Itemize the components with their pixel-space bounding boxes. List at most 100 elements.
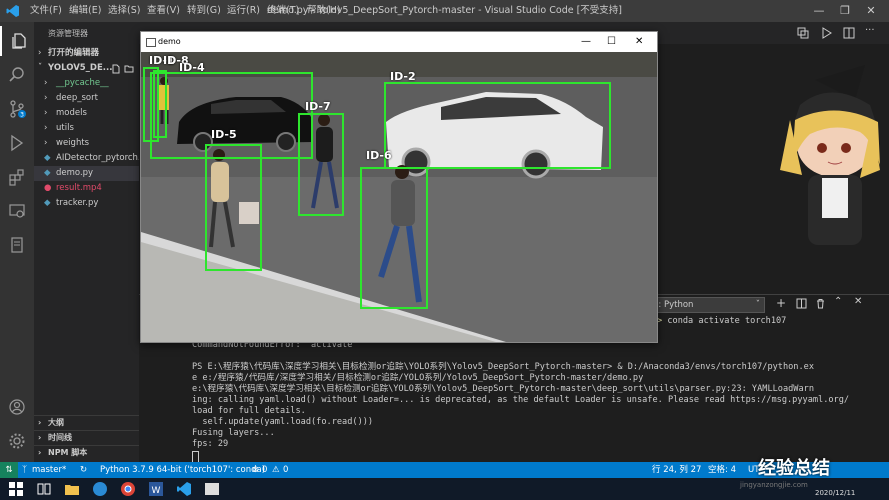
tree-item-models[interactable]: › models: [34, 106, 139, 121]
python-file-icon: ◆: [44, 153, 51, 163]
remote-explorer-activity[interactable]: [0, 196, 34, 226]
tree-item-utils[interactable]: › utils: [34, 121, 139, 136]
chevron-right-icon: ›: [38, 48, 42, 58]
search-activity[interactable]: [0, 60, 34, 90]
demo-window-title: demo: [158, 37, 181, 46]
windows-start-icon[interactable]: [8, 481, 24, 497]
demo-minimize-button[interactable]: —: [581, 32, 591, 52]
python-interpreter[interactable]: Python 3.7.9 64-bit ('torch107': conda): [100, 462, 265, 478]
new-folder-icon[interactable]: [124, 64, 134, 74]
explorer-sidebar: 资源管理器 › 打开的编辑器 ˇ YOLOV5_DE... › __pycach…: [34, 22, 139, 462]
chevron-right-icon: ›: [38, 448, 42, 457]
menu-run[interactable]: 运行(R): [221, 0, 266, 22]
warning-icon: ⚠: [272, 465, 280, 475]
edge-browser-icon[interactable]: [92, 481, 108, 497]
open-editors-section[interactable]: › 打开的编辑器: [34, 46, 139, 61]
terminal-line: fps: 29: [192, 439, 229, 449]
sync-icon[interactable]: ↻: [80, 462, 87, 478]
tree-item-aidetector[interactable]: ◆ AIDetector_pytorch.p...: [34, 151, 139, 166]
remote-indicator-icon[interactable]: ⇅: [0, 462, 18, 478]
timeline-section[interactable]: › 时间线: [34, 430, 139, 445]
chevron-right-icon: ›: [44, 93, 48, 103]
demo-window-taskbar-icon[interactable]: [204, 481, 220, 497]
menu-select[interactable]: 选择(S): [102, 0, 146, 22]
split-terminal-icon[interactable]: [796, 298, 807, 309]
remote-explorer-icon: [9, 204, 25, 218]
chevron-right-icon: ›: [44, 78, 48, 88]
extensions-activity[interactable]: [0, 162, 34, 192]
detection-box: [384, 82, 611, 169]
indentation[interactable]: 空格: 4: [708, 462, 736, 478]
windows-taskbar: W jingyanzongjie.com 2020/12/11: [0, 478, 889, 500]
vscode-taskbar-icon[interactable]: [176, 481, 192, 497]
menu-edit[interactable]: 编辑(E): [63, 0, 107, 22]
vscode-logo-icon: [6, 5, 19, 17]
compare-icon[interactable]: [797, 27, 809, 39]
task-view-icon[interactable]: [36, 481, 52, 497]
trash-icon[interactable]: [815, 298, 826, 309]
tree-item-pycache[interactable]: › __pycache__: [34, 76, 139, 91]
git-branch[interactable]: master*: [32, 462, 66, 478]
tree-item-deep-sort[interactable]: › deep_sort: [34, 91, 139, 106]
npm-scripts-section[interactable]: › NPM 脚本: [34, 445, 139, 460]
restore-button[interactable]: ❐: [832, 0, 858, 22]
chevron-right-icon: ›: [38, 418, 42, 427]
split-editor-icon[interactable]: [843, 27, 855, 39]
manage-activity[interactable]: [0, 426, 34, 456]
terminal-shell-select[interactable]: 2: Python ˇ: [648, 297, 765, 313]
terminal-line: e:\程序猿\代码库\深度学习相关\目标检测or追踪\YOLO系列\Yolov5…: [192, 384, 815, 394]
python-file-icon: ◆: [44, 168, 51, 178]
detection-label: ID-4: [179, 61, 205, 74]
word-icon[interactable]: W: [148, 481, 164, 497]
video-file-icon: ●: [44, 183, 52, 193]
tree-item-demo[interactable]: ◆ demo.py: [34, 166, 139, 181]
detection-label: ID-2: [390, 70, 416, 83]
tree-item-result[interactable]: ● result.mp4: [34, 181, 139, 196]
python-file-icon: ◆: [44, 198, 51, 208]
menu-terminal[interactable]: 终端(T): [261, 0, 305, 22]
menu-goto[interactable]: 转到(G): [181, 0, 227, 22]
source-control-icon: 3: [10, 100, 26, 118]
more-actions-icon[interactable]: ···: [865, 25, 875, 36]
search-icon: [9, 67, 24, 82]
close-panel-icon[interactable]: ✕: [854, 296, 862, 307]
menu-help[interactable]: 帮助(H): [301, 0, 347, 22]
new-file-icon[interactable]: [111, 64, 121, 74]
window-icon: [146, 38, 156, 47]
explorer-activity[interactable]: [0, 26, 36, 56]
file-explorer-icon[interactable]: [64, 481, 80, 497]
document-icon: [11, 237, 23, 253]
cursor-position[interactable]: 行 24, 列 27: [652, 462, 701, 478]
detection-label: ID-6: [366, 149, 392, 162]
outline-section[interactable]: › 大纲: [34, 415, 139, 430]
detection-label: ID-7: [305, 100, 331, 113]
detection-box: [298, 113, 344, 216]
chrome-browser-icon[interactable]: [120, 481, 136, 497]
tree-item-weights[interactable]: › weights: [34, 136, 139, 151]
run-debug-icon: [11, 134, 24, 152]
menu-file[interactable]: 文件(F): [24, 0, 68, 22]
close-window-button[interactable]: ✕: [858, 0, 884, 22]
error-icon: ⊗: [252, 465, 260, 475]
demo-window: demo — ☐ ✕ ID-1 ID-8 ID-4 ID-2 ID-7 ID-5…: [140, 31, 658, 343]
maximize-panel-icon[interactable]: ⌃: [834, 296, 842, 307]
chevron-right-icon: ›: [38, 433, 42, 442]
run-debug-activity[interactable]: [0, 128, 34, 158]
demo-close-button[interactable]: ✕: [635, 32, 643, 52]
files-icon: [12, 33, 26, 49]
notebook-activity[interactable]: [0, 230, 34, 260]
error-count[interactable]: 0: [262, 462, 267, 478]
new-terminal-icon[interactable]: +: [776, 296, 786, 310]
terminal-header: 2: Python ˇ + ⌃ ✕: [648, 295, 889, 313]
watermark-url: jingyanzongjie.com: [740, 481, 808, 489]
minimize-button[interactable]: —: [806, 0, 832, 22]
demo-window-titlebar[interactable]: demo — ☐ ✕: [141, 32, 657, 52]
accounts-activity[interactable]: [0, 392, 34, 422]
tree-item-tracker[interactable]: ◆ tracker.py: [34, 196, 139, 211]
demo-maximize-button[interactable]: ☐: [607, 32, 616, 52]
warning-count[interactable]: 0: [283, 462, 288, 478]
run-file-icon[interactable]: [821, 27, 833, 39]
source-control-activity[interactable]: 3: [0, 94, 34, 124]
menu-view[interactable]: 查看(V): [141, 0, 186, 22]
svg-text:W: W: [152, 486, 161, 496]
